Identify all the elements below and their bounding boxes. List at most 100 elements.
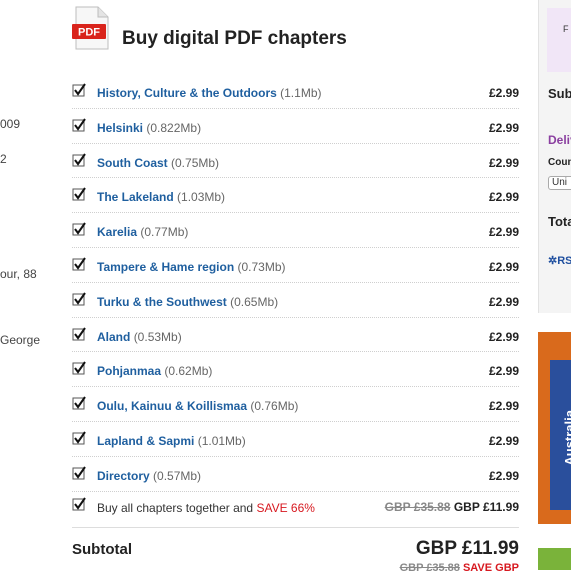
subtotal-section: Subtotal GBP £11.99 GBP £35.88 SAVE GBP — [72, 538, 519, 574]
sidebar-subtotal-label: Sub — [548, 86, 571, 101]
green-button[interactable] — [538, 548, 571, 570]
rss-link[interactable]: ✲RS — [548, 254, 571, 267]
chapter-checkbox[interactable] — [72, 222, 86, 236]
chapter-name: Aland (0.53Mb) — [97, 330, 182, 344]
subtotal-label: Subtotal — [72, 541, 132, 558]
chapter-row: Turku & the Southwest (0.65Mb) £2.99 — [72, 283, 519, 318]
chapter-name: Helsinki (0.822Mb) — [97, 121, 201, 135]
subtotal-amount: GBP £11.99 — [415, 538, 519, 559]
buy-all-row: Buy all chapters together and SAVE 66% GB… — [72, 492, 519, 528]
chapter-link[interactable]: The Lakeland — [97, 190, 174, 204]
chapter-price: £2.99 — [488, 259, 519, 274]
chapter-name: History, Culture & the Outdoors (1.1Mb) — [97, 86, 321, 100]
buy-all-checkbox[interactable] — [72, 496, 86, 511]
chapter-checkbox[interactable] — [72, 431, 86, 445]
basket-box: F Sub Deliv Coun Uni Tota ✲RS — [538, 0, 571, 313]
buy-all-label: Buy all chapters together and — [97, 500, 254, 515]
chapter-size: (1.03Mb) — [177, 190, 226, 205]
chapter-link[interactable]: Tampere & Hame region — [97, 260, 234, 274]
promo-box: F — [547, 8, 571, 72]
panel-header: PDF Buy digital PDF chapters — [72, 6, 519, 54]
chapter-checkbox[interactable] — [72, 153, 86, 167]
chapter-row: Aland (0.53Mb) £2.99 — [72, 318, 519, 353]
chapter-row: Tampere & Hame region (0.73Mb) £2.99 — [72, 248, 519, 283]
chapter-price: £2.99 — [488, 433, 519, 448]
chapter-price: £2.99 — [488, 468, 519, 483]
rss-icon: ✲ — [548, 255, 558, 267]
chapter-checkbox[interactable] — [72, 257, 86, 271]
buy-all-text: Buy all chapters together and SAVE 66% — [97, 501, 315, 515]
chapter-link[interactable]: Directory — [97, 469, 150, 483]
chapter-link[interactable]: South Coast — [97, 156, 168, 170]
chapter-name: Lapland & Sapmi (1.01Mb) — [97, 434, 246, 448]
pdf-file-icon: PDF — [72, 6, 109, 50]
chapter-link[interactable]: Pohjanmaa — [97, 364, 161, 378]
chapter-name: The Lakeland (1.03Mb) — [97, 190, 225, 204]
left-fragment: our, 88 — [0, 267, 37, 281]
chapter-size: (0.57Mb) — [153, 468, 202, 483]
guidebook-ad[interactable]: Australia — [538, 332, 571, 524]
pdf-icon-label: PDF — [78, 27, 100, 39]
chapter-price: £2.99 — [488, 329, 519, 344]
left-column: 009 2 our, 88 George — [0, 0, 60, 570]
chapter-name: Turku & the Southwest (0.65Mb) — [97, 295, 278, 309]
chapter-row: Oulu, Kainuu & Koillismaa (0.76Mb) £2.99 — [72, 387, 519, 422]
left-fragment: 2 — [0, 152, 7, 166]
new-price: GBP £11.99 — [453, 499, 519, 514]
chapter-name: Tampere & Hame region (0.73Mb) — [97, 260, 286, 274]
buy-all-prices: GBP £35.88 GBP £11.99 — [385, 500, 519, 514]
book-title: Australia — [562, 410, 571, 466]
chapter-size: (0.822Mb) — [146, 120, 202, 135]
sidebar-total-label: Tota — [548, 214, 571, 229]
chapter-price: £2.99 — [488, 120, 519, 135]
chapter-size: (0.76Mb) — [250, 399, 299, 414]
chapter-price: £2.99 — [488, 225, 519, 240]
chapter-link[interactable]: History, Culture & the Outdoors — [97, 86, 277, 100]
chapter-price: £2.99 — [488, 364, 519, 379]
chapter-size: (0.77Mb) — [140, 225, 189, 240]
chapter-checkbox[interactable] — [72, 466, 86, 480]
chapter-checkbox[interactable] — [72, 361, 86, 375]
chapter-row: Pohjanmaa (0.62Mb) £2.99 — [72, 352, 519, 388]
book-cover-image: Australia — [550, 360, 571, 510]
chapter-link[interactable]: Oulu, Kainuu & Koillismaa — [97, 399, 247, 413]
chapter-price: £2.99 — [488, 399, 519, 414]
chapter-row: Helsinki (0.822Mb) £2.99 — [72, 109, 519, 144]
chapter-name: South Coast (0.75Mb) — [97, 156, 219, 170]
chapter-price: £2.99 — [488, 86, 519, 100]
chapter-checkbox[interactable] — [72, 187, 86, 201]
chapter-link[interactable]: Aland — [97, 330, 130, 344]
old-price: GBP £35.88 — [384, 499, 451, 514]
chapter-checkbox[interactable] — [72, 292, 86, 306]
chapter-link[interactable]: Lapland & Sapmi — [97, 434, 194, 448]
chapter-row: Lapland & Sapmi (1.01Mb) £2.99 — [72, 422, 519, 457]
left-fragment: 009 — [0, 117, 21, 131]
chapter-price: £2.99 — [488, 190, 519, 205]
chapter-size: (0.65Mb) — [230, 294, 279, 309]
chapter-row: South Coast (0.75Mb) £2.99 — [72, 144, 519, 179]
chapter-link[interactable]: Karelia — [97, 225, 137, 239]
country-select[interactable]: Uni — [548, 176, 571, 190]
right-sidebar: F Sub Deliv Coun Uni Tota ✲RS Australia — [538, 0, 571, 570]
chapter-checkbox[interactable] — [72, 118, 86, 132]
chapter-size: (0.62Mb) — [164, 364, 213, 379]
rss-label: RS — [557, 255, 571, 267]
chapter-link[interactable]: Helsinki — [97, 121, 143, 135]
save-percentage: SAVE 66% — [256, 500, 315, 515]
page-title: Buy digital PDF chapters — [122, 28, 347, 49]
chapter-checkbox[interactable] — [72, 83, 86, 97]
chapter-checkbox[interactable] — [72, 327, 86, 341]
sidebar-country-label: Coun — [548, 157, 571, 168]
chapter-checkbox[interactable] — [72, 396, 86, 410]
chapter-size: (0.75Mb) — [171, 155, 220, 170]
chapter-size: (0.73Mb) — [237, 259, 286, 274]
left-fragment: George — [0, 333, 41, 347]
chapter-name: Pohjanmaa (0.62Mb) — [97, 364, 212, 378]
chapter-link[interactable]: Turku & the Southwest — [97, 295, 227, 309]
sidebar-delivery-label: Deliv — [548, 133, 571, 147]
chapter-size: (0.53Mb) — [133, 329, 182, 344]
chapter-name: Karelia (0.77Mb) — [97, 225, 188, 239]
chapter-row: Karelia (0.77Mb) £2.99 — [72, 213, 519, 248]
chapter-size: (1.01Mb) — [197, 433, 246, 448]
subtotal-savings: GBP £35.88 SAVE GBP — [400, 562, 519, 574]
